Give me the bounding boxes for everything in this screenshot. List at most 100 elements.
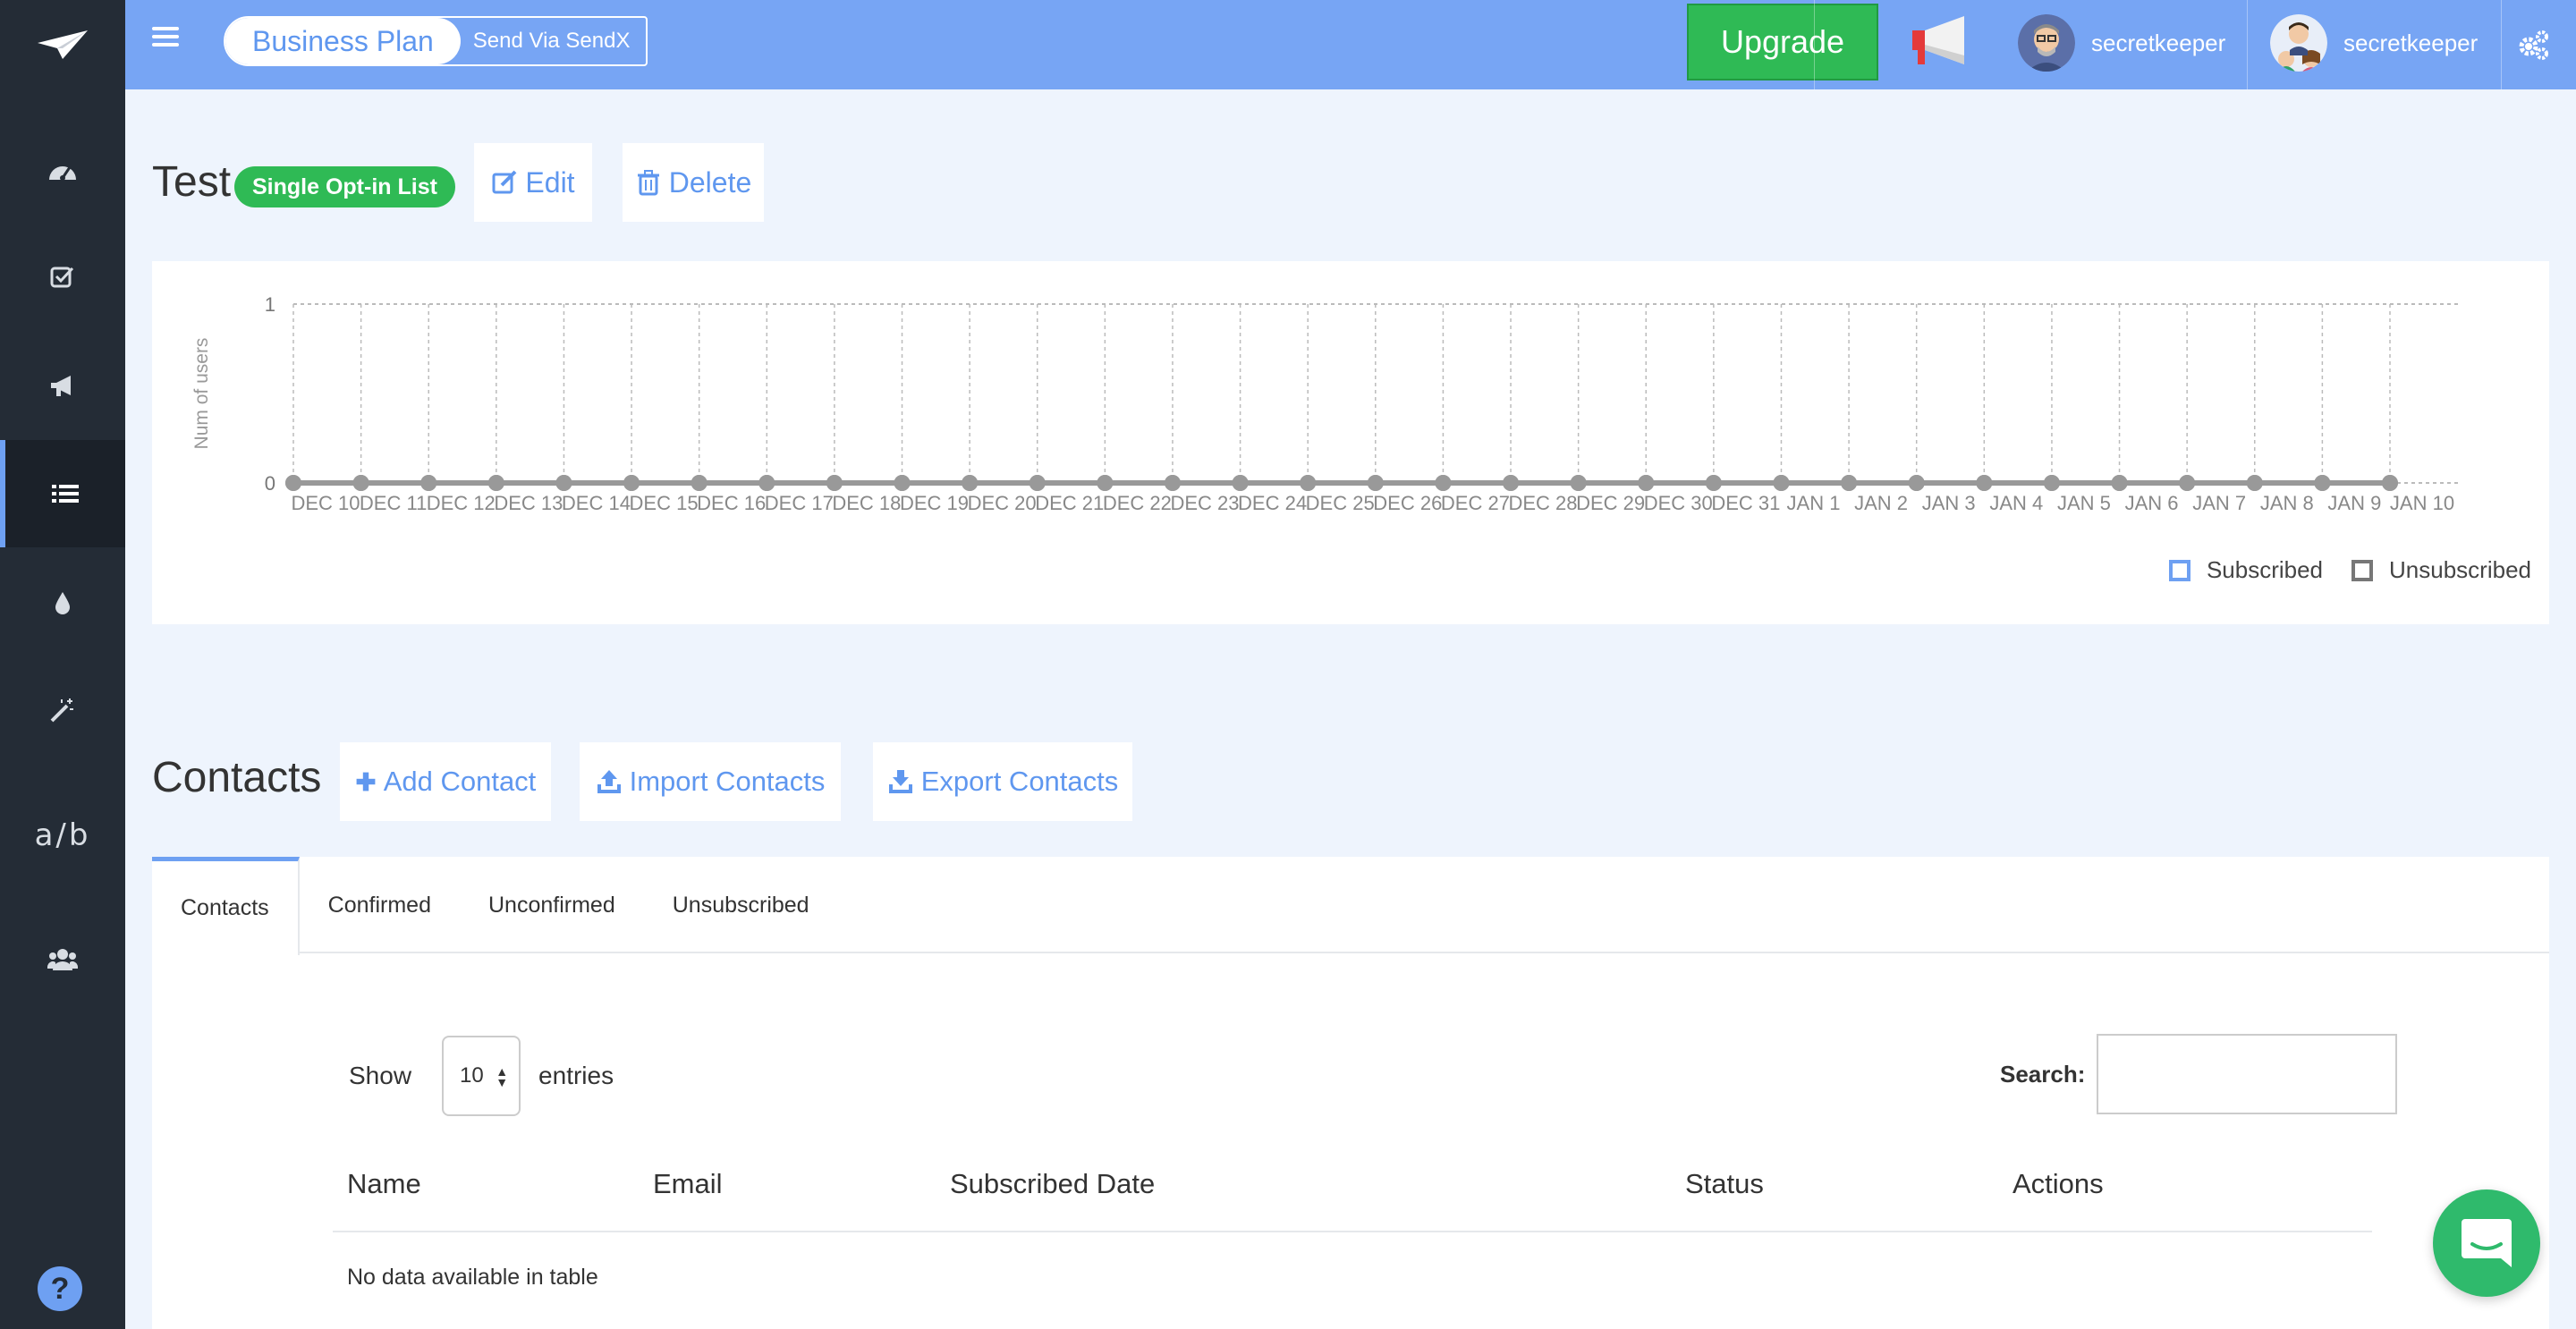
sidebar-item-lists[interactable] bbox=[0, 440, 125, 547]
sidebar-item-automation[interactable] bbox=[0, 656, 125, 764]
x-tick-label: DEC 21 bbox=[1035, 492, 1104, 514]
table-empty-message: No data available in table bbox=[347, 1265, 598, 1290]
import-contacts-button[interactable]: Import Contacts bbox=[580, 742, 841, 821]
series-point-subscribed bbox=[1367, 475, 1384, 491]
help-button[interactable]: ? bbox=[38, 1266, 82, 1311]
series-point-subscribed bbox=[487, 475, 504, 491]
legend-unsubscribed-label: Unsubscribed bbox=[2389, 556, 2531, 583]
sidebar: a/b ? bbox=[0, 0, 125, 1329]
chat-widget-button[interactable] bbox=[2433, 1189, 2540, 1297]
sidebar-item-ab-testing[interactable]: a/b bbox=[0, 782, 125, 889]
x-tick-label: DEC 28 bbox=[1509, 492, 1578, 514]
x-tick-label: JAN 3 bbox=[1922, 492, 1976, 514]
account-name: secretkeeper bbox=[2343, 29, 2479, 56]
sidebar-item-drip[interactable] bbox=[0, 549, 125, 656]
page-title: Test bbox=[152, 158, 232, 206]
series-point-subscribed bbox=[1503, 475, 1520, 491]
x-tick-label: JAN 5 bbox=[2057, 492, 2111, 514]
settings-gears-icon[interactable] bbox=[2515, 27, 2551, 63]
megaphone-icon bbox=[51, 376, 71, 396]
username: secretkeeper bbox=[2091, 29, 2226, 56]
y-tick-label: 1 bbox=[265, 293, 275, 316]
sendx-logo[interactable] bbox=[0, 0, 125, 89]
edit-button[interactable]: Edit bbox=[474, 143, 592, 222]
series-point-subscribed bbox=[1435, 475, 1452, 491]
column-name[interactable]: Name bbox=[347, 1168, 421, 1200]
legend-subscribed-label: Subscribed bbox=[2206, 556, 2324, 583]
y-tick-label: 0 bbox=[265, 472, 275, 495]
series-point-subscribed bbox=[1705, 475, 1722, 491]
series-point-subscribed bbox=[1164, 475, 1181, 491]
series-point-subscribed bbox=[758, 475, 775, 491]
series-point-subscribed bbox=[1841, 475, 1858, 491]
tab-confirmed[interactable]: Confirmed bbox=[300, 857, 460, 953]
sidebar-item-tasks[interactable] bbox=[0, 224, 125, 331]
tab-unconfirmed[interactable]: Unconfirmed bbox=[460, 857, 644, 953]
x-tick-label: JAN 2 bbox=[1854, 492, 1908, 514]
ab-label: a/b bbox=[34, 817, 91, 853]
announcements-megaphone-icon[interactable] bbox=[1911, 14, 1971, 70]
legend-subscribed[interactable]: Subscribed bbox=[2168, 556, 2324, 584]
series-point-subscribed bbox=[420, 475, 437, 491]
plus-icon bbox=[356, 772, 376, 791]
magic-wand-icon bbox=[50, 698, 73, 723]
users-icon bbox=[47, 949, 78, 970]
plan-sub-label: Send Via SendX bbox=[472, 29, 631, 53]
series-point-subscribed bbox=[826, 475, 843, 491]
download-icon bbox=[888, 770, 912, 793]
tab-contacts[interactable]: Contacts bbox=[152, 857, 300, 955]
series-point-subscribed bbox=[1638, 475, 1655, 491]
x-tick-label: JAN 7 bbox=[2192, 492, 2246, 514]
series-point-subscribed bbox=[1976, 475, 1993, 491]
chat-icon bbox=[2462, 1219, 2512, 1267]
series-point-subscribed bbox=[1773, 475, 1790, 491]
contacts-panel: Contacts Confirmed Unconfirmed Unsubscri… bbox=[152, 857, 2549, 1329]
add-contact-label: Add Contact bbox=[383, 766, 537, 797]
x-tick-label: DEC 30 bbox=[1644, 492, 1713, 514]
x-tick-label: DEC 18 bbox=[832, 492, 901, 514]
entries-select[interactable]: 10 ▲ ▼ bbox=[442, 1036, 521, 1116]
series-point-subscribed bbox=[1570, 475, 1587, 491]
x-tick-label: DEC 15 bbox=[630, 492, 699, 514]
x-tick-label: JAN 6 bbox=[2125, 492, 2179, 514]
tab-unsubscribed[interactable]: Unsubscribed bbox=[644, 857, 838, 953]
add-contact-button[interactable]: Add Contact bbox=[340, 742, 551, 821]
upgrade-button[interactable]: Upgrade bbox=[1687, 4, 1878, 80]
x-tick-label: DEC 11 bbox=[360, 492, 427, 514]
column-status[interactable]: Status bbox=[1685, 1168, 1764, 1200]
list-type-badge: Single Opt-in List bbox=[234, 166, 455, 207]
series-point-subscribed bbox=[1300, 475, 1317, 491]
edit-icon bbox=[492, 170, 517, 194]
column-email[interactable]: Email bbox=[653, 1168, 723, 1200]
contacts-heading: Contacts bbox=[152, 754, 322, 801]
x-tick-label: DEC 25 bbox=[1306, 492, 1375, 514]
series-point-subscribed bbox=[2111, 475, 2128, 491]
search-input[interactable] bbox=[2097, 1034, 2397, 1114]
dashboard-icon bbox=[49, 166, 76, 181]
upload-icon bbox=[597, 770, 621, 793]
sidebar-item-dashboard[interactable] bbox=[0, 116, 125, 224]
legend-unsubscribed[interactable]: Unsubscribed bbox=[2351, 556, 2531, 584]
sidebar-item-team[interactable] bbox=[0, 905, 125, 1012]
x-tick-label: JAN 4 bbox=[1989, 492, 2043, 514]
menu-toggle-icon[interactable] bbox=[152, 27, 179, 54]
series-point-subscribed bbox=[1097, 475, 1114, 491]
export-contacts-button[interactable]: Export Contacts bbox=[873, 742, 1132, 821]
account-menu[interactable]: secretkeeper bbox=[2270, 14, 2478, 72]
x-tick-label: DEC 20 bbox=[968, 492, 1037, 514]
series-point-subscribed bbox=[1908, 475, 1925, 491]
plan-indicator[interactable]: Business Plan Send Via SendX bbox=[224, 16, 648, 66]
series-point-subscribed bbox=[894, 475, 911, 491]
user-menu[interactable]: secretkeeper bbox=[2018, 14, 2225, 72]
x-tick-label: JAN 8 bbox=[2260, 492, 2314, 514]
x-tick-label: DEC 31 bbox=[1711, 492, 1780, 514]
column-subscribed-date[interactable]: Subscribed Date bbox=[950, 1168, 1155, 1200]
delete-button[interactable]: Delete bbox=[623, 143, 764, 222]
series-point-subscribed bbox=[285, 475, 301, 491]
column-actions[interactable]: Actions bbox=[2012, 1168, 2104, 1200]
paper-plane-icon bbox=[38, 30, 88, 59]
sidebar-item-campaigns[interactable] bbox=[0, 333, 125, 440]
x-tick-label: DEC 24 bbox=[1238, 492, 1307, 514]
legend-subscribed-swatch bbox=[2168, 559, 2190, 581]
contacts-tabs: Contacts Confirmed Unconfirmed Unsubscri… bbox=[152, 857, 2549, 955]
